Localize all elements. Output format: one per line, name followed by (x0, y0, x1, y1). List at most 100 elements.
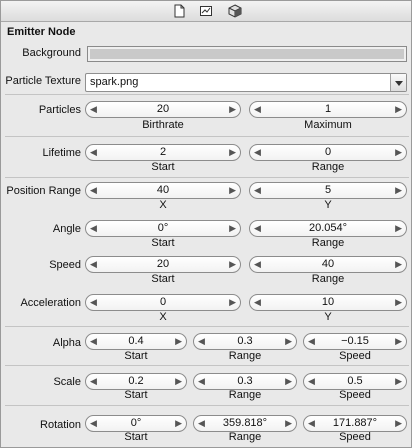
speed-start-value: 20 (156, 258, 170, 270)
lifetime-start-value: 2 (159, 146, 167, 158)
alpha-speed-field[interactable]: ◀ −0.15 ▶ (303, 333, 407, 350)
left-arrow-icon[interactable]: ◀ (308, 416, 315, 431)
scale-range-value: 0.3 (237, 375, 253, 387)
right-arrow-icon[interactable]: ▶ (285, 416, 292, 431)
rotation-start-field[interactable]: ◀ 0° ▶ (85, 415, 187, 432)
acceleration-label: Acceleration (20, 297, 81, 309)
birthrate-field[interactable]: ◀ 20 ▶ (85, 101, 241, 118)
right-arrow-icon[interactable]: ▶ (395, 145, 402, 160)
left-arrow-icon[interactable]: ◀ (90, 102, 97, 117)
left-arrow-icon[interactable]: ◀ (254, 102, 261, 117)
left-arrow-icon[interactable]: ◀ (90, 221, 97, 236)
left-arrow-icon[interactable]: ◀ (90, 257, 97, 272)
scale-start-caption: Start (124, 389, 148, 401)
right-arrow-icon[interactable]: ▶ (395, 416, 402, 431)
scale-speed-field[interactable]: ◀ 0.5 ▶ (303, 373, 407, 390)
right-arrow-icon[interactable]: ▶ (395, 102, 402, 117)
divider (5, 326, 409, 327)
left-arrow-icon[interactable]: ◀ (198, 374, 205, 389)
right-arrow-icon[interactable]: ▶ (175, 374, 182, 389)
divider (5, 94, 409, 95)
cube-icon[interactable] (228, 4, 242, 18)
position-y-field[interactable]: ◀ 5 ▶ (249, 182, 407, 199)
left-arrow-icon[interactable]: ◀ (90, 334, 97, 349)
left-arrow-icon[interactable]: ◀ (254, 221, 261, 236)
right-arrow-icon[interactable]: ▶ (395, 295, 402, 310)
right-arrow-icon[interactable]: ▶ (229, 145, 236, 160)
scale-start-value: 0.2 (128, 375, 144, 387)
right-arrow-icon[interactable]: ▶ (175, 334, 182, 349)
right-arrow-icon[interactable]: ▶ (285, 374, 292, 389)
background-color-well[interactable] (87, 46, 407, 62)
right-arrow-icon[interactable]: ▶ (285, 334, 292, 349)
speed-range-value: 40 (321, 258, 335, 270)
right-arrow-icon[interactable]: ▶ (395, 334, 402, 349)
divider (5, 177, 409, 178)
angle-label: Angle (52, 223, 81, 235)
image-icon[interactable] (199, 4, 213, 18)
acceleration-y-field[interactable]: ◀ 10 ▶ (249, 294, 407, 311)
right-arrow-icon[interactable]: ▶ (395, 374, 402, 389)
maximum-caption: Maximum (304, 119, 352, 131)
position-y-caption: Y (324, 199, 332, 211)
inspector-toolbar (1, 1, 411, 22)
maximum-value: 1 (324, 103, 332, 115)
left-arrow-icon[interactable]: ◀ (254, 257, 261, 272)
left-arrow-icon[interactable]: ◀ (198, 334, 205, 349)
speed-label: Speed (49, 259, 81, 271)
left-arrow-icon[interactable]: ◀ (90, 183, 97, 198)
acceleration-x-field[interactable]: ◀ 0 ▶ (85, 294, 241, 311)
scale-start-field[interactable]: ◀ 0.2 ▶ (85, 373, 187, 390)
right-arrow-icon[interactable]: ▶ (229, 295, 236, 310)
scale-range-field[interactable]: ◀ 0.3 ▶ (193, 373, 297, 390)
acceleration-y-caption: Y (324, 311, 332, 323)
left-arrow-icon[interactable]: ◀ (254, 145, 261, 160)
lifetime-start-field[interactable]: ◀ 2 ▶ (85, 144, 241, 161)
right-arrow-icon[interactable]: ▶ (395, 221, 402, 236)
rotation-speed-field[interactable]: ◀ 171.887° ▶ (303, 415, 407, 432)
file-icon[interactable] (172, 4, 186, 18)
acceleration-y-value: 10 (321, 296, 335, 308)
texture-combo[interactable]: spark.png (85, 73, 407, 92)
lifetime-range-field[interactable]: ◀ 0 ▶ (249, 144, 407, 161)
angle-range-field[interactable]: ◀ 20.054° ▶ (249, 220, 407, 237)
left-arrow-icon[interactable]: ◀ (254, 183, 261, 198)
particles-label: Particles (38, 104, 81, 116)
birthrate-value: 20 (156, 103, 170, 115)
alpha-range-field[interactable]: ◀ 0.3 ▶ (193, 333, 297, 350)
angle-start-field[interactable]: ◀ 0° ▶ (85, 220, 241, 237)
left-arrow-icon[interactable]: ◀ (308, 334, 315, 349)
right-arrow-icon[interactable]: ▶ (229, 102, 236, 117)
alpha-start-field[interactable]: ◀ 0.4 ▶ (85, 333, 187, 350)
left-arrow-icon[interactable]: ◀ (90, 416, 97, 431)
left-arrow-icon[interactable]: ◀ (198, 416, 205, 431)
rotation-range-value: 359.818° (222, 417, 268, 429)
left-arrow-icon[interactable]: ◀ (90, 145, 97, 160)
speed-start-field[interactable]: ◀ 20 ▶ (85, 256, 241, 273)
speed-range-field[interactable]: ◀ 40 ▶ (249, 256, 407, 273)
left-arrow-icon[interactable]: ◀ (308, 374, 315, 389)
left-arrow-icon[interactable]: ◀ (90, 374, 97, 389)
section-title: Emitter Node (7, 26, 76, 38)
divider (5, 136, 409, 137)
angle-range-caption: Range (311, 237, 345, 249)
right-arrow-icon[interactable]: ▶ (229, 221, 236, 236)
alpha-speed-caption: Speed (339, 350, 371, 362)
right-arrow-icon[interactable]: ▶ (175, 416, 182, 431)
right-arrow-icon[interactable]: ▶ (395, 183, 402, 198)
maximum-field[interactable]: ◀ 1 ▶ (249, 101, 407, 118)
rotation-start-value: 0° (130, 417, 142, 429)
right-arrow-icon[interactable]: ▶ (229, 183, 236, 198)
chevron-down-icon[interactable] (390, 74, 406, 91)
rotation-range-field[interactable]: ◀ 359.818° ▶ (193, 415, 297, 432)
left-arrow-icon[interactable]: ◀ (90, 295, 97, 310)
background-label: Background (22, 47, 81, 59)
alpha-label: Alpha (52, 337, 81, 349)
right-arrow-icon[interactable]: ▶ (229, 257, 236, 272)
left-arrow-icon[interactable]: ◀ (254, 295, 261, 310)
position-range-label: Position Range (6, 185, 81, 197)
divider (5, 405, 409, 406)
scale-speed-value: 0.5 (347, 375, 363, 387)
position-x-field[interactable]: ◀ 40 ▶ (85, 182, 241, 199)
right-arrow-icon[interactable]: ▶ (395, 257, 402, 272)
